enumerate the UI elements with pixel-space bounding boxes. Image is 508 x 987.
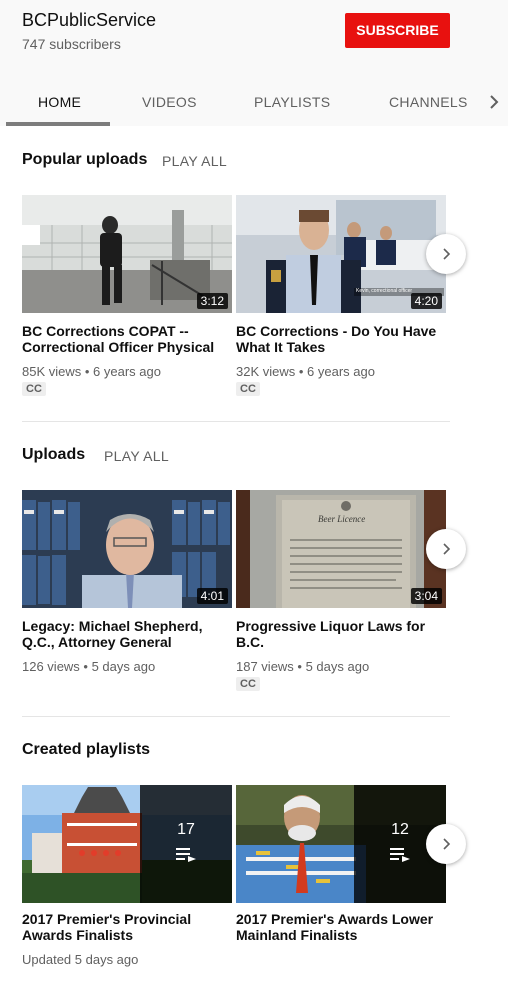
video-duration: 3:12 [196,293,228,309]
chevron-right-icon[interactable] [484,92,504,112]
playlist-count-overlay: 17 [140,785,232,903]
tab-home[interactable]: HOME [38,94,81,110]
shelf-title-popular[interactable]: Popular uploads [22,151,147,169]
shelf-title-uploads[interactable]: Uploads [22,446,85,464]
playlist-thumbnail[interactable]: 12 [236,785,446,903]
chevron-right-icon [443,543,451,555]
playlist-icon [176,848,196,862]
playlist-title[interactable]: 2017 Premier's Provincial Awards Finalis… [22,911,227,943]
tab-playlists[interactable]: PLAYLISTS [254,94,330,110]
playlist-icon [390,848,410,862]
video-meta: 32K views • 6 years ago [236,364,375,379]
chevron-right-icon [443,838,451,850]
shelf-title-playlists[interactable]: Created playlists [22,741,150,759]
subscribe-button[interactable]: SUBSCRIBE [345,13,450,48]
channel-tabs: HOME VIDEOS PLAYLISTS CHANNELS [0,80,508,126]
video-thumbnail[interactable]: 3:12 [22,195,232,313]
video-thumbnail[interactable]: Beer Licence 3:04 [236,490,446,608]
playlist-thumbnail[interactable]: 17 [22,785,232,903]
video-duration: 4:20 [410,293,442,309]
playlist-title[interactable]: 2017 Premier's Awards Lower Mainland Fin… [236,911,441,943]
section-divider [22,421,450,422]
tab-videos[interactable]: VIDEOS [142,94,197,110]
cc-badge: CC [236,677,260,691]
playlist-meta: Updated 5 days ago [22,952,139,967]
play-all-uploads-button[interactable]: PLAY ALL [104,448,169,464]
video-title[interactable]: BC Corrections - Do You Have What It Tak… [236,323,441,355]
video-thumbnail[interactable]: 4:20 Kevin, correctional officer [236,195,446,313]
shelf-next-button[interactable] [426,529,466,569]
video-title[interactable]: Progressive Liquor Laws for B.C. [236,618,441,650]
shelf-next-button[interactable] [426,234,466,274]
active-tab-indicator [6,122,110,126]
video-duration: 4:01 [196,588,228,604]
play-all-popular-button[interactable]: PLAY ALL [162,153,227,169]
cc-badge: CC [22,382,46,396]
shelf-next-button[interactable] [426,824,466,864]
video-caption: Kevin, correctional officer [356,288,413,294]
cc-badge: CC [236,382,260,396]
video-title[interactable]: Legacy: Michael Shepherd, Q.C., Attorney… [22,618,227,650]
channel-header: BCPublicService 747 subscribers SUBSCRIB… [0,0,508,126]
tab-channels[interactable]: CHANNELS [389,94,468,110]
playlist-video-count: 17 [177,821,195,838]
video-meta: 187 views • 5 days ago [236,659,370,674]
channel-name[interactable]: BCPublicService [22,10,156,31]
video-caption: Beer Licence [318,514,366,524]
video-title[interactable]: BC Corrections COPAT -- Correctional Off… [22,323,227,355]
subscriber-count: 747 subscribers [22,36,121,52]
video-thumbnail[interactable]: 4:01 [22,490,232,608]
video-meta: 126 views • 5 days ago [22,659,156,674]
chevron-right-icon [443,248,451,260]
video-duration: 3:04 [410,588,442,604]
section-divider [22,716,450,717]
video-meta: 85K views • 6 years ago [22,364,161,379]
